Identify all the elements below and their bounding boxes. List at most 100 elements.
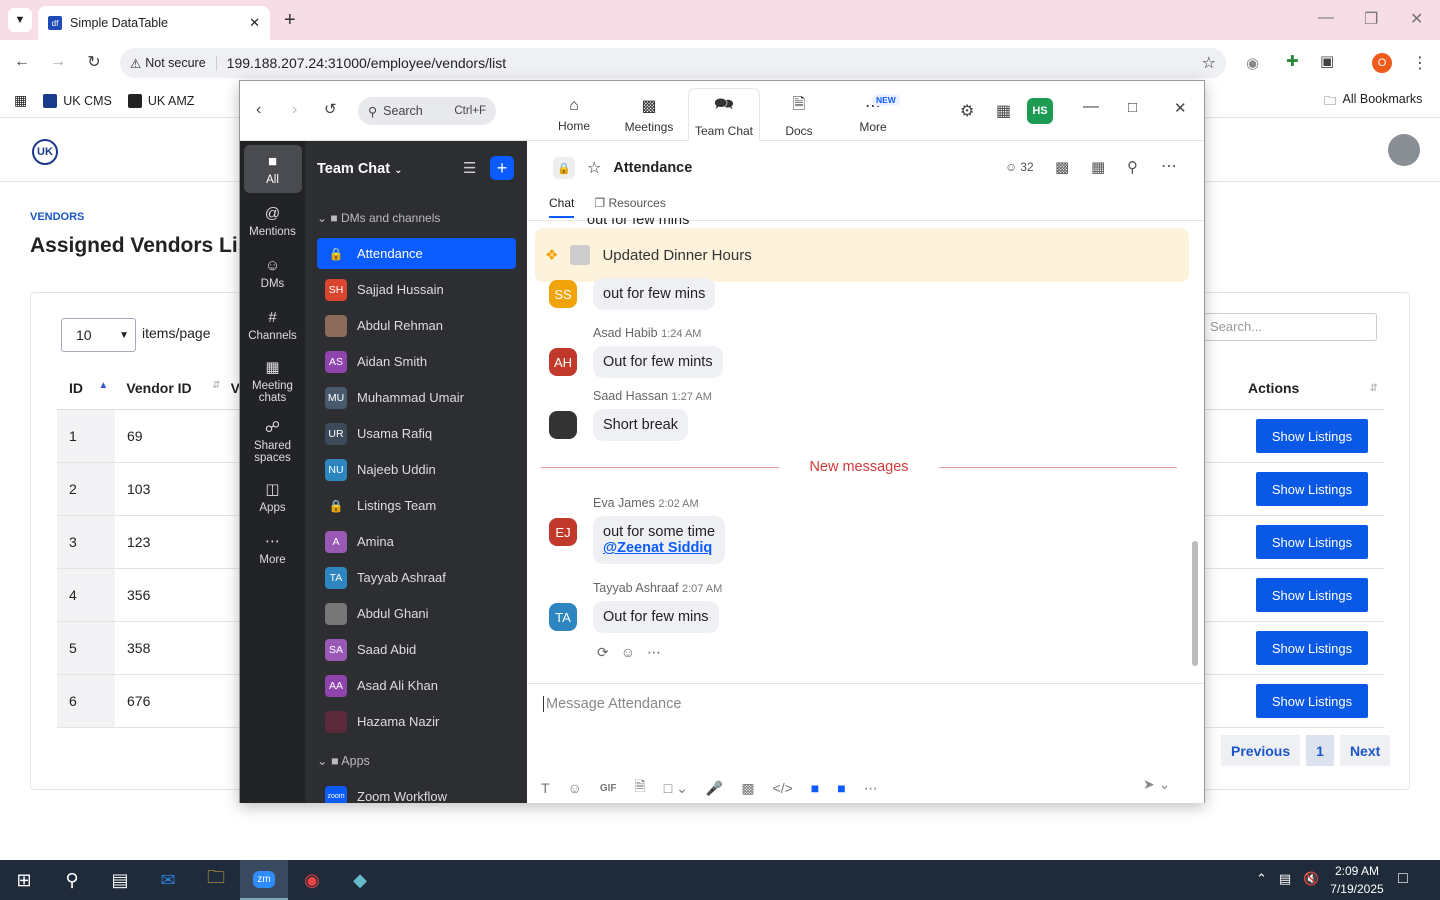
user-avatar[interactable]: [1388, 134, 1420, 166]
chevron-up-icon[interactable]: ⌃: [1256, 871, 1267, 887]
history-icon[interactable]: ↺: [324, 100, 337, 118]
calendar-icon[interactable]: ▦: [1091, 158, 1105, 176]
table-search-input[interactable]: Search...: [1204, 313, 1377, 341]
clock[interactable]: 2:09 AM 7/19/2025: [1326, 862, 1388, 898]
app-icon[interactable]: ■: [811, 780, 819, 796]
chat-message[interactable]: SS out for few mins: [549, 278, 716, 310]
close-tab-icon[interactable]: ✕: [249, 15, 260, 31]
not-secure-indicator[interactable]: ⚠ Not secure: [130, 55, 217, 71]
bookmark-star-icon[interactable]: ☆: [1202, 53, 1216, 73]
member-count[interactable]: ☺ 32: [1005, 160, 1034, 174]
page-1-button[interactable]: 1: [1306, 735, 1334, 766]
minimize-icon[interactable]: —: [1318, 9, 1334, 27]
tab-search-icon[interactable]: ▼: [8, 8, 32, 32]
browser-menu-icon[interactable]: ⋮: [1412, 53, 1428, 73]
all-bookmarks[interactable]: 🗀 All Bookmarks: [1324, 92, 1422, 113]
section-dms-and-channels[interactable]: ⌄ ■ DMs and channels: [317, 211, 440, 225]
new-chat-button[interactable]: +: [490, 156, 514, 180]
team-chat-title[interactable]: Team Chat ⌄: [317, 161, 402, 177]
zoom-user-avatar[interactable]: HS: [1027, 98, 1053, 124]
url-text[interactable]: 199.188.207.24:31000/employee/vendors/li…: [227, 55, 506, 71]
apps-grid-icon[interactable]: ▦: [14, 92, 27, 109]
notifications-icon[interactable]: □: [1398, 870, 1408, 888]
send-icon[interactable]: ➤ ⌄: [1143, 776, 1170, 793]
channel-item[interactable]: AS Aidan Smith: [317, 346, 516, 377]
new-tab-icon[interactable]: +: [284, 9, 296, 32]
emoji-icon[interactable]: ☺: [621, 644, 635, 661]
reply-icon[interactable]: ⟳: [597, 644, 609, 661]
per-page-select[interactable]: 10 ▼: [61, 318, 136, 352]
restore-icon[interactable]: ❐: [1364, 9, 1378, 29]
search-icon[interactable]: ⚲: [1127, 158, 1138, 176]
rail-channels[interactable]: # Channels: [244, 301, 302, 349]
gif-icon[interactable]: GIF: [600, 783, 617, 794]
channel-item[interactable]: SA Saad Abid: [317, 634, 516, 665]
column-vendor-id[interactable]: Vendor ID ⇵: [114, 380, 220, 396]
forward-icon[interactable]: →: [40, 53, 76, 71]
rail-meeting-chats[interactable]: ▦ Meeting chats: [244, 353, 302, 409]
channel-item[interactable]: Abdul Ghani: [317, 598, 516, 629]
mention-link[interactable]: @Zeenat Siddiq: [603, 540, 712, 556]
breadcrumb[interactable]: VENDORS: [30, 211, 84, 223]
notification-bell-icon[interactable]: ⚙: [960, 101, 974, 121]
channel-item[interactable]: AA Asad Ali Khan: [317, 670, 516, 701]
rail-apps[interactable]: ◫ Apps: [244, 473, 302, 521]
volume-muted-icon[interactable]: 🔇: [1303, 871, 1319, 887]
translate-icon[interactable]: ◉: [1246, 54, 1259, 72]
previous-page-button[interactable]: Previous: [1221, 735, 1301, 766]
chat-message[interactable]: AH Asad Habib 1:24 AM Out for few mints: [549, 326, 723, 378]
filter-icon[interactable]: ☰: [463, 159, 476, 177]
zoom-search[interactable]: ⚲ Search Ctrl+F: [358, 97, 496, 125]
task-view-icon[interactable]: ▤: [96, 860, 144, 900]
pinned-message-bar[interactable]: ❖ Updated Dinner Hours: [535, 228, 1189, 282]
chat-message[interactable]: Saad Hassan 1:27 AM Short break: [549, 389, 712, 441]
close-window-icon[interactable]: ✕: [1410, 9, 1423, 29]
text-format-icon[interactable]: T: [541, 780, 550, 796]
app-icon[interactable]: ◆: [336, 860, 384, 900]
more-options-icon[interactable]: ⋯: [1161, 156, 1177, 176]
bookmark-uk-amz[interactable]: UK AMZ: [127, 93, 194, 108]
emoji-icon[interactable]: ☺: [568, 780, 582, 796]
show-listings-button[interactable]: Show Listings: [1256, 684, 1368, 718]
show-listings-button[interactable]: Show Listings: [1256, 525, 1368, 559]
video-icon[interactable]: ▩: [1055, 158, 1069, 176]
site-logo[interactable]: UK: [32, 139, 58, 165]
channel-item[interactable]: 🔒 Listings Team: [317, 490, 516, 521]
rail-dms[interactable]: ☺ DMs: [244, 249, 302, 297]
show-listings-button[interactable]: Show Listings: [1256, 419, 1368, 453]
address-bar[interactable]: ⚠ Not secure 199.188.207.24:31000/employ…: [120, 48, 1226, 78]
rail-shared-spaces[interactable]: ☍ Shared spaces: [244, 413, 302, 469]
channel-item[interactable]: TA Tayyab Ashraaf: [317, 562, 516, 593]
chat-scrollbar[interactable]: [1192, 541, 1198, 666]
column-id[interactable]: ID ▲: [57, 380, 114, 396]
tab-docs[interactable]: 🗎 Docs: [764, 89, 834, 141]
file-explorer-icon[interactable]: 🗀: [192, 860, 240, 900]
channel-item[interactable]: MU Muhammad Umair: [317, 382, 516, 413]
rail-all[interactable]: ■ All: [243, 145, 302, 193]
more-dots-icon[interactable]: ⋯: [647, 644, 661, 661]
channel-item[interactable]: A Amina: [317, 526, 516, 557]
star-icon[interactable]: ☆: [587, 158, 601, 178]
profile-avatar[interactable]: O: [1372, 53, 1392, 73]
app-zoom-workflow[interactable]: zoom Zoom Workflow: [317, 781, 516, 803]
screenshot-icon[interactable]: □ ⌄: [664, 780, 688, 797]
column-partial[interactable]: V: [221, 380, 240, 396]
message-avatar[interactable]: EJ: [549, 518, 577, 546]
channel-item[interactable]: 🔒 Attendance: [317, 238, 516, 269]
chat-message[interactable]: TA Tayyab Ashraaf 2:07 AM Out for few min…: [549, 581, 722, 633]
network-icon[interactable]: ▤: [1279, 871, 1291, 887]
extensions-puzzle-icon[interactable]: ▣: [1320, 52, 1334, 70]
maximize-icon[interactable]: □: [1128, 99, 1137, 116]
message-avatar[interactable]: TA: [549, 603, 577, 631]
outlook-icon[interactable]: ✉: [144, 860, 192, 900]
column-actions[interactable]: Actions ⇵: [1204, 367, 1384, 410]
file-icon[interactable]: 🗎: [635, 776, 646, 800]
channel-item[interactable]: UR Usama Rafiq: [317, 418, 516, 449]
message-avatar[interactable]: [549, 411, 577, 439]
rail-mentions[interactable]: @ Mentions: [244, 197, 302, 245]
channel-title[interactable]: Attendance: [613, 160, 692, 176]
more-dots-icon[interactable]: ⋯: [864, 780, 878, 797]
start-icon[interactable]: ⊞: [0, 860, 48, 900]
next-page-button[interactable]: Next: [1339, 735, 1391, 766]
tab-team-chat[interactable]: 🗪 Team Chat: [689, 89, 759, 141]
